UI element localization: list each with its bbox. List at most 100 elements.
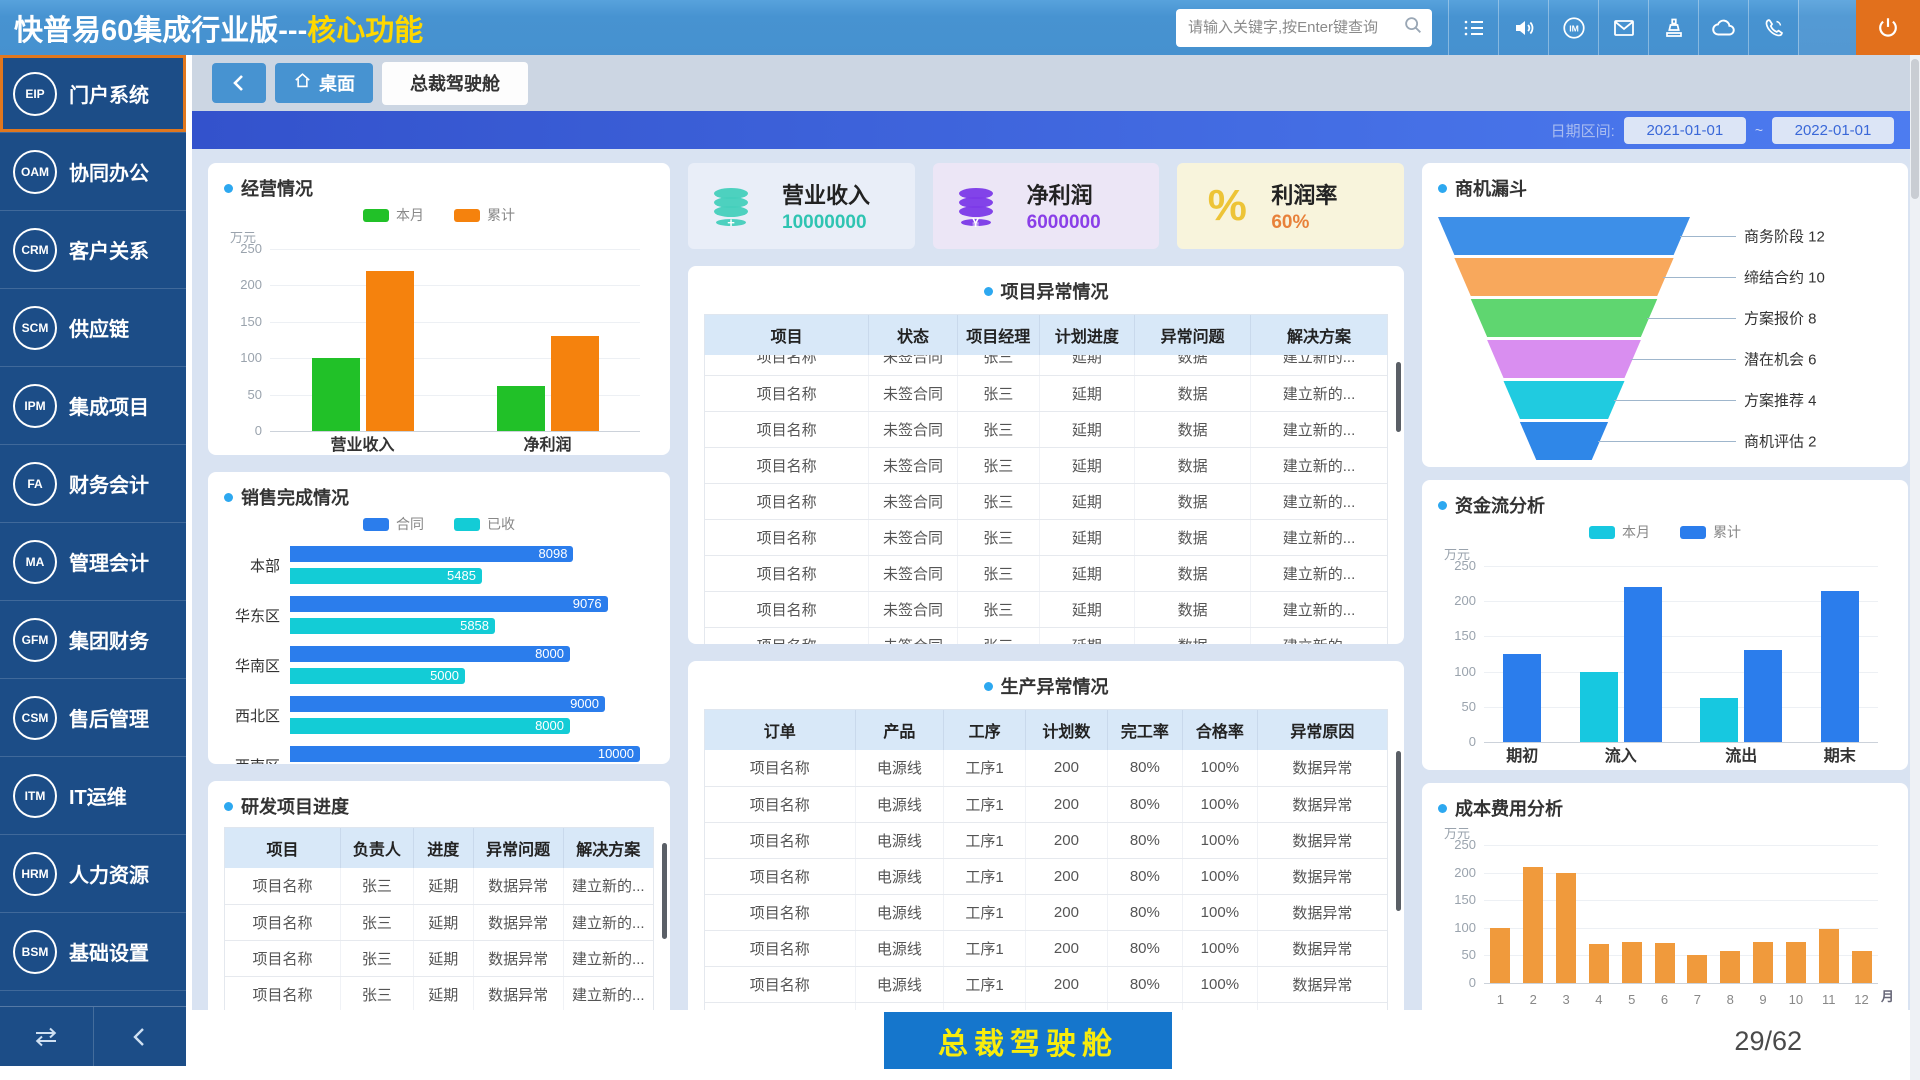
sidebar-item-oam[interactable]: OAM协同办公 bbox=[0, 133, 186, 211]
stamp-icon[interactable] bbox=[1648, 0, 1698, 55]
funnel-stage-2: 缔结合约 10 bbox=[1438, 258, 1892, 296]
y-axis-tick: 50 bbox=[1444, 699, 1476, 714]
table-row[interactable]: 项目名称未签合同张三延期数据建立新的... bbox=[705, 411, 1387, 447]
menu-list-icon[interactable] bbox=[1448, 0, 1498, 55]
back-button[interactable] bbox=[212, 63, 266, 103]
cloud-icon[interactable] bbox=[1698, 0, 1748, 55]
page-scrollbar[interactable] bbox=[1910, 55, 1920, 1080]
table-header-row: 项目负责人进度异常问题解决方案 bbox=[225, 828, 653, 868]
table-scrollbar[interactable] bbox=[662, 843, 667, 939]
sidebar-item-bsm[interactable]: BSM基础设置 bbox=[0, 913, 186, 991]
legend-swatch bbox=[1680, 526, 1706, 539]
table-row[interactable]: 项目名称张三延期数据异常建立新的... bbox=[225, 904, 653, 940]
table-row[interactable]: 项目名称张三延期数据异常建立新的... bbox=[225, 976, 653, 1012]
tab-ceo-cockpit[interactable]: 总裁驾驶舱 bbox=[382, 62, 528, 105]
speaker-icon[interactable] bbox=[1498, 0, 1548, 55]
table-row[interactable]: 项目名称电源线工序120080%100%数据异常 bbox=[705, 822, 1387, 858]
table-row[interactable]: 项目名称电源线工序120080%100%数据异常 bbox=[705, 858, 1387, 894]
table-cell: 数据异常 bbox=[1257, 858, 1387, 894]
card-title-rd: 研发项目进度 bbox=[224, 793, 654, 819]
sidebar-item-crm[interactable]: CRM客户关系 bbox=[0, 211, 186, 289]
cockpit-banner[interactable]: 总裁驾驶舱 bbox=[884, 1012, 1172, 1069]
collapse-chevron-icon[interactable] bbox=[94, 1007, 187, 1066]
table-row[interactable]: 项目名称电源线工序120080%100%数据异常 bbox=[705, 930, 1387, 966]
table-cell: 80% bbox=[1107, 858, 1182, 894]
sidebar-item-scm[interactable]: SCM供应链 bbox=[0, 289, 186, 367]
table-body-scroll[interactable]: 项目名称张三延期数据异常建立新的...项目名称张三延期数据异常建立新的...项目… bbox=[224, 868, 654, 1021]
table-row[interactable]: 项目名称未签合同张三延期数据建立新的... bbox=[705, 483, 1387, 519]
table-row[interactable]: 项目名称电源线工序120080%100%数据异常 bbox=[705, 894, 1387, 930]
sidebar-item-itm[interactable]: ITMIT运维 bbox=[0, 757, 186, 835]
search-box[interactable] bbox=[1176, 9, 1432, 47]
svg-text:IM: IM bbox=[1569, 23, 1579, 33]
sidebar-item-ipm[interactable]: IPM集成项目 bbox=[0, 367, 186, 445]
mail-icon[interactable] bbox=[1598, 0, 1648, 55]
kpi-card-percent: %利润率60% bbox=[1177, 163, 1404, 249]
y-axis-tick: 100 bbox=[230, 350, 262, 365]
sidebar-item-hrm[interactable]: HRM人力资源 bbox=[0, 835, 186, 913]
sidebar-item-csm[interactable]: CSM售后管理 bbox=[0, 679, 186, 757]
table-cell: 未签合同 bbox=[869, 591, 958, 627]
bullet-dot-icon bbox=[984, 287, 993, 296]
table-row[interactable]: 项目名称未签合同张三延期数据建立新的... bbox=[705, 447, 1387, 483]
table-row[interactable]: 项目名称未签合同张三延期数据建立新的... bbox=[705, 355, 1387, 375]
swap-icon[interactable] bbox=[0, 1007, 94, 1066]
bullet-dot-icon bbox=[984, 682, 993, 691]
y-axis-tick: 150 bbox=[230, 314, 262, 329]
bar-5-成本费用 bbox=[1622, 942, 1642, 983]
sidebar-item-fa[interactable]: FA财务会计 bbox=[0, 445, 186, 523]
table-scrollbar[interactable] bbox=[1396, 362, 1401, 432]
date-start-input[interactable]: 2021-01-01 bbox=[1624, 117, 1746, 144]
sidebar-item-ma[interactable]: MA管理会计 bbox=[0, 523, 186, 601]
table-row[interactable]: 项目名称电源线工序120080%100%数据异常 bbox=[705, 966, 1387, 1002]
search-icon[interactable] bbox=[1402, 14, 1424, 41]
card-title-sales: 销售完成情况 bbox=[224, 484, 654, 510]
table-cell: 数据 bbox=[1135, 555, 1251, 591]
table-row[interactable]: 项目名称张三延期数据异常建立新的... bbox=[225, 940, 653, 976]
table-row[interactable]: 项目名称未签合同张三延期数据建立新的... bbox=[705, 519, 1387, 555]
cost-analysis-card: 成本费用分析 050100150200250万元月123456789101112 bbox=[1422, 783, 1908, 1023]
column-header: 计划数 bbox=[1026, 710, 1108, 750]
bars bbox=[1589, 845, 1609, 983]
phone-icon[interactable] bbox=[1748, 0, 1798, 55]
table-row[interactable]: 项目名称电源线工序120080%100%数据异常 bbox=[705, 786, 1387, 822]
table-cell: 未签合同 bbox=[869, 411, 958, 447]
table-body-scroll[interactable]: 项目名称电源线工序120080%100%数据异常项目名称电源线工序120080%… bbox=[704, 750, 1388, 1012]
table-row[interactable]: 项目名称张三延期数据异常建立新的... bbox=[225, 868, 653, 904]
power-icon[interactable] bbox=[1856, 0, 1920, 55]
search-input[interactable] bbox=[1188, 19, 1402, 36]
funnel-stage-label: 潜在机会 6 bbox=[1744, 349, 1817, 370]
tab-desktop[interactable]: 桌面 bbox=[275, 63, 373, 103]
table-cell: 数据异常 bbox=[1257, 786, 1387, 822]
table-row[interactable]: 项目名称未签合同张三延期数据建立新的... bbox=[705, 591, 1387, 627]
table-scrollbar[interactable] bbox=[1396, 751, 1401, 911]
page-scrollbar-thumb[interactable] bbox=[1911, 59, 1919, 199]
x-axis-category-label: 流出 bbox=[1725, 742, 1757, 766]
sidebar-item-gfm[interactable]: GFM集团财务 bbox=[0, 601, 186, 679]
card-title-project: 项目异常情况 bbox=[704, 278, 1388, 304]
table-cell: 建立新的... bbox=[1251, 375, 1387, 411]
kpi-label: 净利润 bbox=[1027, 178, 1101, 210]
table-cell: 电源线 bbox=[855, 750, 944, 786]
x-axis-category-label: 期初 bbox=[1506, 742, 1538, 766]
table-body-scroll[interactable]: 项目名称未签合同张三延期数据建立新的...项目名称未签合同张三延期数据建立新的.… bbox=[704, 355, 1388, 644]
table-cell: 项目名称 bbox=[705, 483, 869, 519]
funnel-stage-label: 缔结合约 10 bbox=[1744, 267, 1825, 288]
im-icon[interactable]: IM bbox=[1548, 0, 1598, 55]
table-cell: 延期 bbox=[413, 868, 473, 904]
table-row[interactable]: 项目名称未签合同张三延期数据建立新的... bbox=[705, 375, 1387, 411]
card-title-text: 成本费用分析 bbox=[1455, 795, 1563, 821]
cashflow-card: 资金流分析 本月累计050100150200250万元期初流入流出期末 bbox=[1422, 480, 1908, 770]
bars bbox=[1523, 845, 1543, 983]
table-row[interactable]: 项目名称电源线工序120080%100%数据异常 bbox=[705, 750, 1387, 786]
table-row[interactable]: 项目名称未签合同张三延期数据建立新的... bbox=[705, 555, 1387, 591]
hbar-华东区-合同: 9076 bbox=[290, 596, 608, 612]
bars bbox=[312, 249, 414, 431]
card-title-cost: 成本费用分析 bbox=[1438, 795, 1892, 821]
table-row[interactable]: 项目名称未签合同张三延期数据建立新的... bbox=[705, 627, 1387, 644]
bar-group-1: 1 bbox=[1490, 845, 1510, 983]
table-cell: 工序1 bbox=[944, 930, 1026, 966]
hrm-module-icon: HRM bbox=[13, 852, 57, 896]
date-end-input[interactable]: 2022-01-01 bbox=[1772, 117, 1894, 144]
sidebar-item-eip[interactable]: EIP门户系统 bbox=[0, 55, 186, 133]
